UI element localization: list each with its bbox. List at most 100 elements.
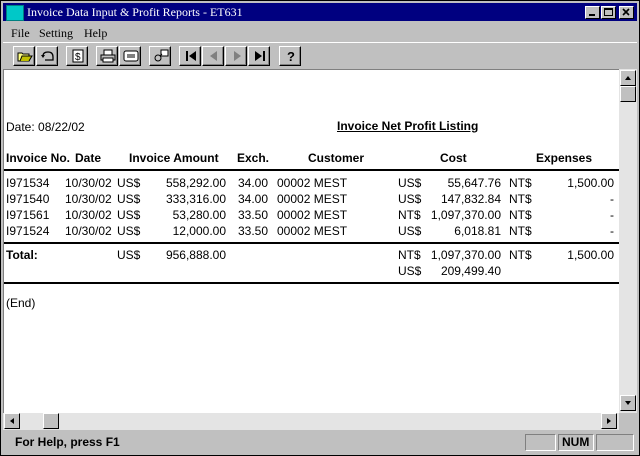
expenses-currency: NT$ [509, 192, 532, 206]
invoice-no: I971534 [6, 176, 50, 190]
column-header-invoice-amount: Invoice Amount [129, 151, 219, 165]
total-cost-currency: NT$ [398, 248, 421, 262]
total-expenses-currency: NT$ [509, 248, 532, 262]
vertical-scrollbar[interactable] [619, 69, 637, 413]
cost: 55,647.76 [447, 176, 501, 190]
status-pane-scroll [596, 434, 634, 451]
scroll-down-button[interactable] [620, 395, 636, 411]
invoice-amount: 53,280.00 [172, 208, 226, 222]
header-divider [4, 169, 620, 171]
customer: 00002 MEST [277, 176, 348, 190]
invoice-no: I971524 [6, 224, 50, 238]
last-record-icon[interactable] [248, 46, 270, 66]
scroll-up-button[interactable] [620, 70, 636, 86]
menu-bar: File Setting Help [3, 23, 637, 41]
first-record-icon[interactable] [179, 46, 201, 66]
invoice-amount: 333,316.00 [165, 192, 226, 206]
customer: 00002 MEST [277, 224, 348, 238]
end-divider [4, 282, 620, 284]
cost: 1,097,370.00 [430, 208, 501, 222]
exchange-rate: 34.00 [238, 192, 269, 206]
status-pane-num: NUM [558, 434, 594, 451]
minimize-button[interactable] [585, 6, 600, 19]
scrollbar-corner [619, 413, 637, 430]
amount-currency: US$ [117, 224, 141, 238]
expenses: - [610, 224, 614, 238]
application-window: Invoice Data Input & Profit Reports - ET… [0, 0, 640, 456]
total-cost: 1,097,370.00 [430, 248, 501, 262]
horizontal-scroll-thumb[interactable] [43, 413, 59, 429]
scroll-left-button[interactable] [4, 413, 20, 429]
total-cost-currency: US$ [398, 264, 422, 278]
cost: 147,832.84 [440, 192, 501, 206]
vertical-scroll-thumb[interactable] [620, 86, 636, 102]
expenses-currency: NT$ [509, 224, 532, 238]
total-label: Total: [6, 248, 38, 262]
app-icon[interactable] [6, 5, 24, 21]
invoice-no: I971561 [6, 208, 50, 222]
invoice-amount: 558,292.00 [165, 176, 226, 190]
exchange-rate: 33.50 [238, 224, 269, 238]
invoice-date: 10/30/02 [65, 208, 112, 222]
invoice-date: 10/30/02 [65, 176, 112, 190]
customer: 00002 MEST [277, 208, 348, 222]
help-icon[interactable]: ? [279, 46, 301, 66]
expenses: - [610, 208, 614, 222]
invoice-amount: 12,000.00 [172, 224, 226, 238]
expenses-currency: NT$ [509, 208, 532, 222]
column-header-date: Date [75, 151, 102, 165]
status-help-text: For Help, press F1 [15, 435, 120, 449]
status-pane-caps [525, 434, 556, 451]
print-preview-icon[interactable] [119, 46, 141, 66]
toolbar: $ ? [3, 42, 637, 69]
cost: 6,018.81 [454, 224, 501, 238]
total-divider [4, 242, 620, 244]
title-bar[interactable]: Invoice Data Input & Profit Reports - ET… [3, 3, 637, 21]
column-header-invoice-no: Invoice No. [6, 151, 71, 165]
total-amount-currency: US$ [117, 248, 141, 262]
menu-help[interactable]: Help [84, 26, 107, 41]
report-end-marker: (End) [6, 296, 36, 310]
total-amount: 956,888.00 [165, 248, 226, 262]
amount-currency: US$ [117, 208, 141, 222]
exchange-rate: 33.50 [238, 208, 269, 222]
column-header-customer: Customer [308, 151, 365, 165]
exchange-rate: 34.00 [238, 176, 269, 190]
report-view[interactable]: Date: 08/22/02 Invoice Net Profit Listin… [3, 69, 620, 414]
next-record-icon[interactable] [225, 46, 247, 66]
horizontal-scrollbar[interactable] [3, 413, 619, 430]
status-bar: For Help, press F1 NUM [3, 432, 637, 453]
invoice-no: I971540 [6, 192, 50, 206]
print-icon[interactable] [96, 46, 118, 66]
expenses: - [610, 192, 614, 206]
cost-currency: US$ [398, 192, 422, 206]
data-entry-icon[interactable] [149, 46, 171, 66]
report-title: Invoice Net Profit Listing [337, 119, 479, 133]
scroll-right-button[interactable] [601, 413, 617, 429]
column-header-expenses: Expenses [536, 151, 593, 165]
cost-currency: US$ [398, 224, 422, 238]
amount-currency: US$ [117, 192, 141, 206]
total-cost: 209,499.40 [440, 264, 501, 278]
cost-currency: US$ [398, 176, 422, 190]
menu-file[interactable]: File [11, 26, 30, 41]
svg-text:$: $ [75, 52, 81, 63]
customer: 00002 MEST [277, 192, 348, 206]
cost-currency: NT$ [398, 208, 421, 222]
expenses-currency: NT$ [509, 176, 532, 190]
report-icon[interactable]: $ [66, 46, 88, 66]
previous-record-icon[interactable] [202, 46, 224, 66]
maximize-button[interactable] [601, 6, 616, 19]
undo-icon[interactable] [36, 46, 58, 66]
invoice-date: 10/30/02 [65, 224, 112, 238]
invoice-date: 10/30/02 [65, 192, 112, 206]
column-header-exch: Exch. [237, 151, 270, 165]
close-button[interactable] [619, 6, 634, 19]
amount-currency: US$ [117, 176, 141, 190]
open-folder-icon[interactable] [13, 46, 35, 66]
window-title: Invoice Data Input & Profit Reports - ET… [27, 5, 243, 19]
menu-setting[interactable]: Setting [39, 26, 73, 41]
total-expenses: 1,500.00 [567, 248, 614, 262]
svg-text:?: ? [287, 49, 295, 63]
column-header-cost: Cost [440, 151, 467, 165]
